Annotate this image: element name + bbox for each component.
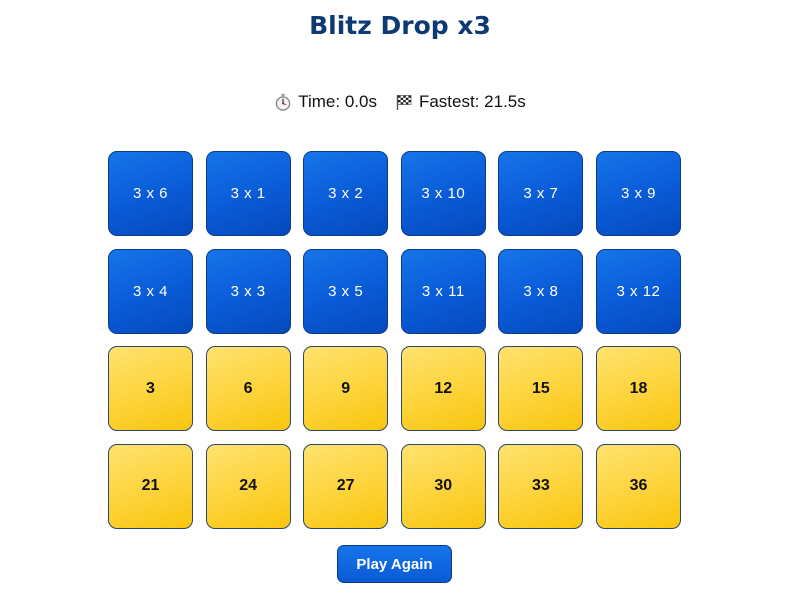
game-page: Blitz Drop x3 Time: 0.0s Fastest: 21.5s … xyxy=(0,0,800,600)
question-tile[interactable]: 3 x 7 xyxy=(498,151,584,236)
question-tile[interactable]: 3 x 11 xyxy=(400,248,486,334)
fastest-text: Fastest: 21.5s xyxy=(418,92,526,111)
question-tile[interactable]: 3 x 8 xyxy=(498,248,584,334)
answer-tile[interactable]: 15 xyxy=(498,346,584,431)
question-tile[interactable]: 3 x 9 xyxy=(595,151,681,236)
answer-tile[interactable]: 33 xyxy=(498,443,584,529)
answer-tile[interactable]: 12 xyxy=(400,346,486,431)
answer-tile[interactable]: 9 xyxy=(303,346,389,431)
checkered-flag-icon xyxy=(395,93,413,111)
question-tile[interactable]: 3 x 3 xyxy=(205,248,291,334)
answer-tile[interactable]: 30 xyxy=(400,443,486,529)
fastest-stat: Fastest: 21.5s xyxy=(395,90,526,114)
answer-tile[interactable]: 36 xyxy=(595,443,681,529)
play-again-button[interactable]: Play Again xyxy=(337,545,452,583)
question-tile[interactable]: 3 x 4 xyxy=(108,248,193,334)
question-tile[interactable]: 3 x 5 xyxy=(303,248,389,334)
stats-bar: Time: 0.0s Fastest: 21.5s xyxy=(0,90,800,114)
game-title: Blitz Drop x3 xyxy=(309,11,491,40)
answer-tile[interactable]: 3 xyxy=(108,346,193,431)
answer-tile[interactable]: 24 xyxy=(205,443,291,529)
answer-tile[interactable]: 18 xyxy=(595,346,681,431)
tile-grid: 3 x 6 3 x 1 3 x 2 3 x 10 3 x 7 3 x 9 3 x… xyxy=(108,151,681,529)
answer-tile[interactable]: 6 xyxy=(205,346,291,431)
question-tile[interactable]: 3 x 1 xyxy=(205,151,291,236)
time-text: Time: 0.0s xyxy=(298,92,377,111)
question-tile[interactable]: 3 x 12 xyxy=(595,248,681,334)
question-tile[interactable]: 3 x 10 xyxy=(400,151,486,236)
answer-tile[interactable]: 27 xyxy=(303,443,389,529)
question-tile[interactable]: 3 x 2 xyxy=(303,151,389,236)
time-stat: Time: 0.0s xyxy=(274,90,377,114)
stopwatch-icon xyxy=(274,93,292,111)
question-tile[interactable]: 3 x 6 xyxy=(108,151,193,236)
answer-tile[interactable]: 21 xyxy=(108,443,193,529)
